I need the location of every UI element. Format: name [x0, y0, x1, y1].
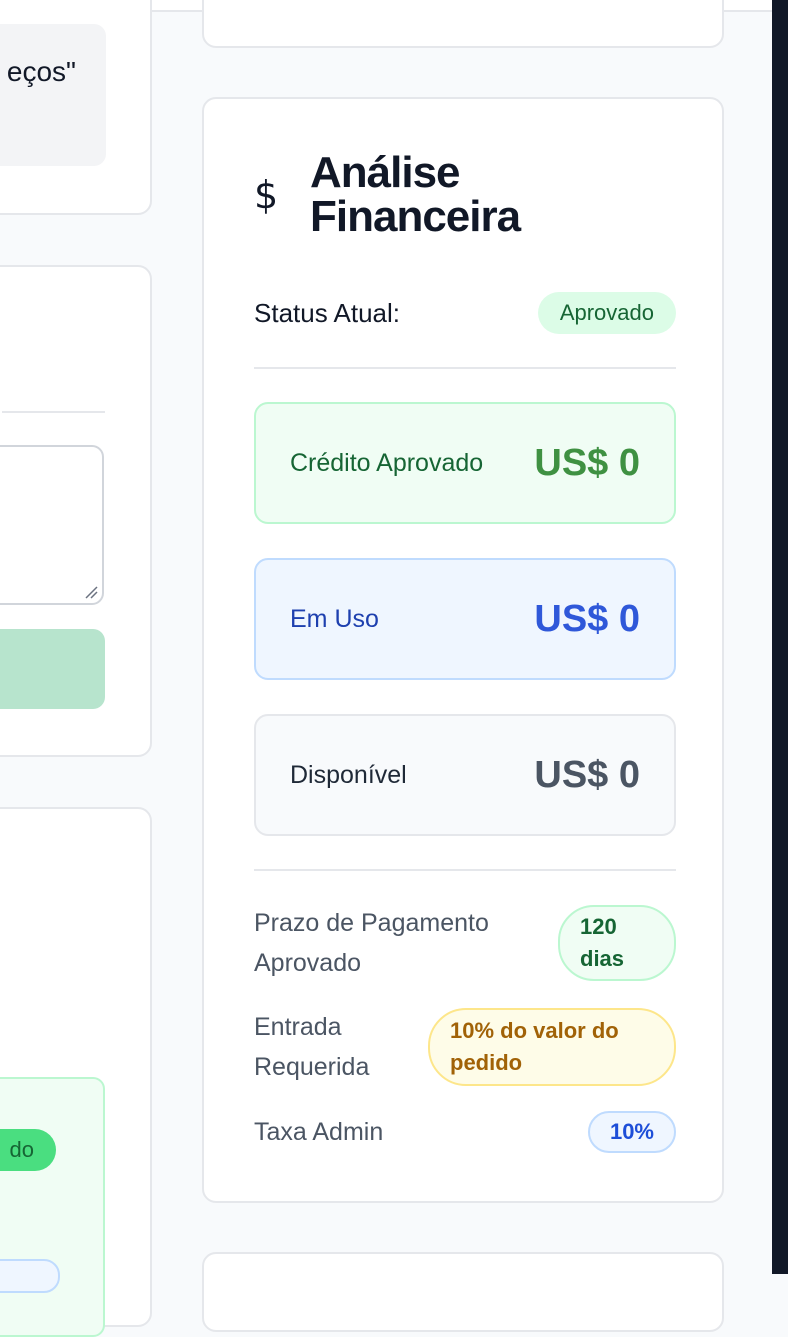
- metric-value: US$ 0: [534, 441, 640, 484]
- approved-credit-box: Crédito Aprovado US$ 0: [254, 402, 676, 524]
- term-label: Taxa Admin: [254, 1118, 384, 1146]
- submit-button[interactable]: [0, 629, 105, 709]
- scrollbar-track[interactable]: [772, 0, 788, 1274]
- financial-analysis-card: $ Análise Financeira Status Atual: Aprov…: [202, 97, 724, 1203]
- status-label: Status Atual:: [254, 297, 400, 328]
- divider: [254, 869, 676, 871]
- status-panel: do: [0, 1077, 105, 1337]
- available-box: Disponível US$ 0: [254, 714, 676, 836]
- payment-term-row: Prazo de Pagamento Aprovado 120 dias: [254, 903, 676, 983]
- down-payment-row: Entrada Requerida 10% do valor do pedido: [254, 1007, 676, 1087]
- info-pill: [0, 1259, 60, 1293]
- comment-textarea[interactable]: [0, 445, 104, 605]
- dollar-icon: $: [254, 173, 279, 217]
- admin-fee-badge: 10%: [587, 1111, 676, 1153]
- left-card-top: eços": [0, 0, 152, 215]
- term-label: Prazo de Pagamento Aprovado: [254, 909, 489, 977]
- payment-term-badge: 120 dias: [558, 905, 676, 981]
- quote-box: eços": [0, 24, 106, 166]
- admin-fee-row: Taxa Admin 10%: [254, 1111, 676, 1153]
- resize-grip-icon[interactable]: [84, 585, 98, 599]
- metric-value: US$ 0: [534, 753, 640, 796]
- quote-text: eços": [6, 56, 76, 87]
- left-card-form: [0, 265, 152, 757]
- right-card-top: [202, 0, 724, 48]
- term-label: Entrada Requerida: [254, 1013, 370, 1081]
- down-payment-badge: 10% do valor do pedido: [428, 1008, 676, 1086]
- card-title: Análise Financeira: [310, 148, 521, 241]
- right-card-bottom: [202, 1252, 724, 1332]
- metric-label: Crédito Aprovado: [290, 448, 484, 477]
- metric-value: US$ 0: [534, 597, 640, 640]
- status-row: Status Atual: Aprovado: [254, 291, 676, 335]
- divider: [2, 411, 105, 413]
- in-use-box: Em Uso US$ 0: [254, 558, 676, 680]
- left-card-bottom: do: [0, 807, 152, 1337]
- divider: [254, 367, 676, 369]
- metric-label: Em Uso: [290, 604, 379, 633]
- status-badge: Aprovado: [537, 292, 676, 334]
- status-pill: do: [0, 1129, 56, 1171]
- card-header: $ Análise Financeira: [254, 151, 540, 239]
- metric-label: Disponível: [290, 760, 407, 789]
